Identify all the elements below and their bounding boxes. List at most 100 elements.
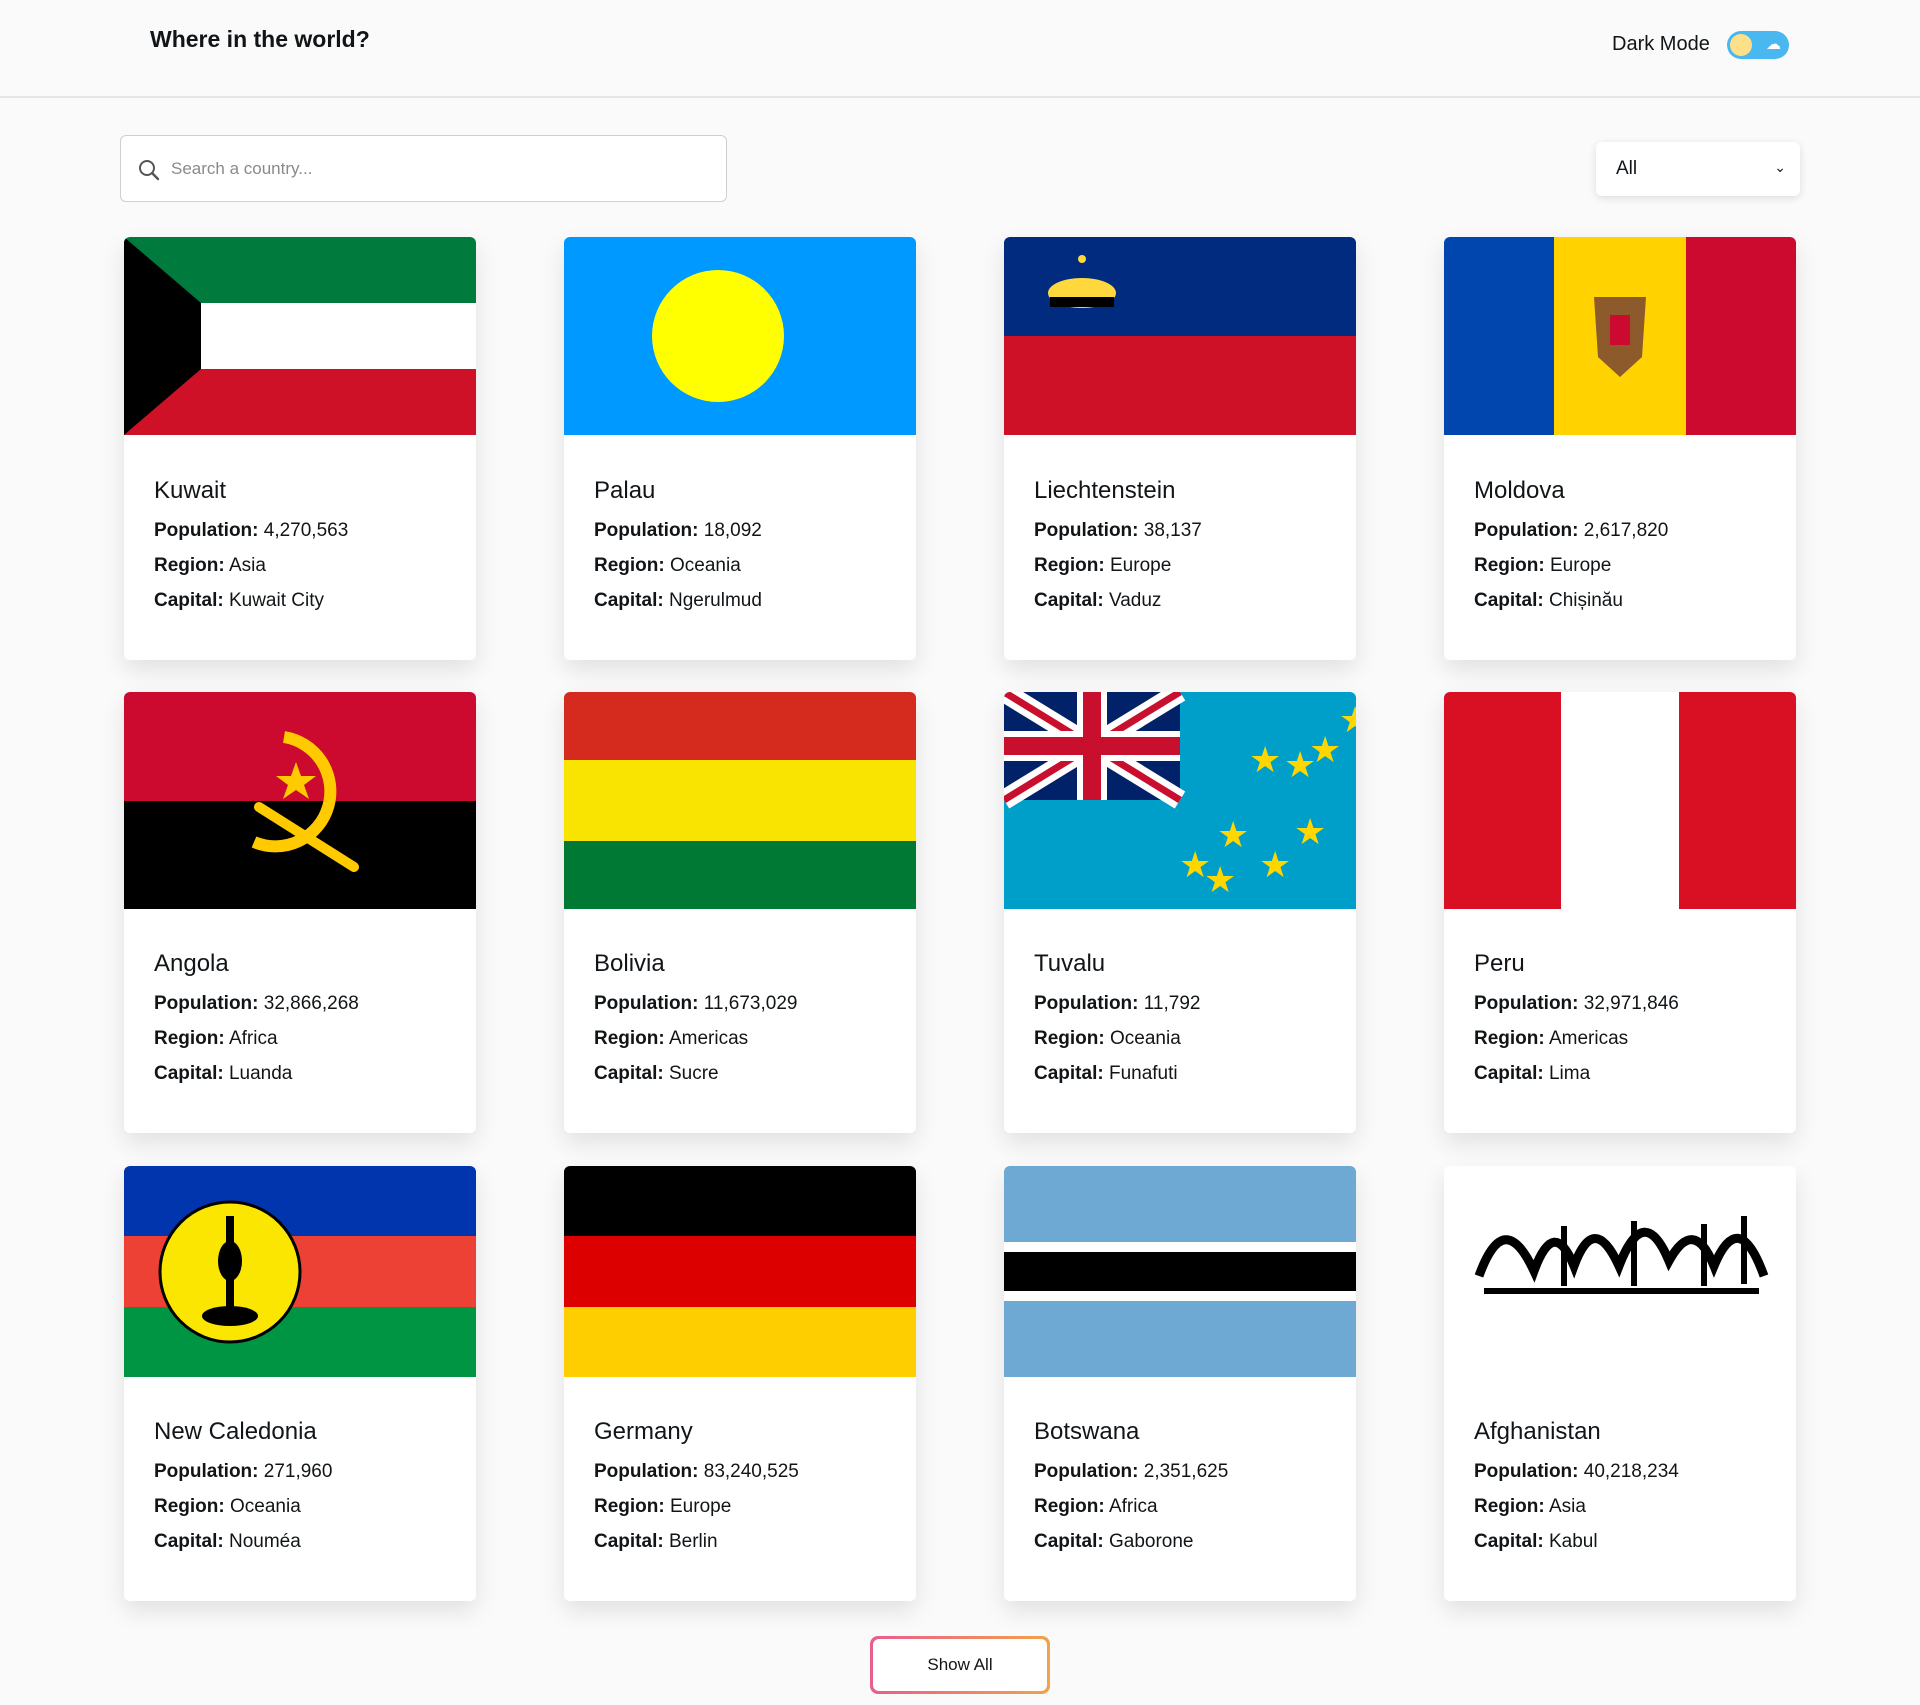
show-all-button[interactable]: Show All [870,1636,1050,1694]
svg-text:★: ★ [1179,845,1211,886]
liechtenstein-flag-icon [1004,237,1356,435]
bolivia-flag-icon [564,692,916,909]
svg-text:★: ★ [1294,812,1326,853]
region-value: Oceania [670,555,741,576]
region-label: Region: [1474,555,1545,576]
country-card[interactable]: Liechtenstein Population: 38,137 Region:… [1004,237,1356,660]
population-value: 4,270,563 [263,520,349,541]
capital-label: Capital: [594,1063,664,1084]
search-input[interactable] [171,148,711,190]
country-card[interactable]: Moldova Population: 2,617,820 Region: Eu… [1444,237,1796,660]
capital-label: Capital: [1474,1063,1544,1084]
capital-value: Vaduz [1108,590,1162,611]
population-value: 2,351,625 [1143,1461,1229,1482]
capital-value: Funafuti [1108,1063,1178,1084]
region-label: Region: [1034,555,1105,576]
population-label: Population: [1474,520,1579,541]
population-value: 83,240,525 [703,1461,799,1482]
population-value: 2,617,820 [1583,520,1669,541]
country-name: Bolivia [594,950,665,977]
capital-value: Lima [1548,1063,1591,1084]
region-value: Asia [1548,1496,1586,1517]
peru-flag-icon [1444,692,1796,909]
country-name: Botswana [1034,1418,1140,1445]
germany-flag-icon [564,1166,916,1377]
kuwait-flag-icon [124,237,476,435]
region-value: Europe [1550,555,1612,576]
region-value: Oceania [230,1496,301,1517]
botswana-flag-icon [1004,1166,1356,1377]
country-card[interactable]: Bolivia Population: 11,673,029 Region: A… [564,692,916,1133]
region-value: Africa [228,1028,278,1049]
capital-label: Capital: [1034,1063,1104,1084]
country-card[interactable]: Afghanistan Population: 40,218,234 Regio… [1444,1166,1796,1601]
region-value: Americas [668,1028,749,1049]
moldova-flag-icon [1444,237,1796,435]
capital-value: Sucre [668,1063,719,1084]
country-name: Angola [154,950,229,977]
country-name: Germany [594,1418,693,1445]
country-name: Kuwait [154,477,227,504]
svg-text:★: ★ [1259,845,1291,886]
capital-label: Capital: [154,1063,224,1084]
capital-label: Capital: [154,1531,224,1552]
capital-label: Capital: [1034,1531,1104,1552]
capital-value: Ngerulmud [668,590,762,611]
country-card[interactable]: Palau Population: 18,092 Region: Oceania… [564,237,916,660]
site-header: Where in the world? Dark Mode ☁ [0,0,1920,98]
country-card[interactable]: Kuwait Population: 4,270,563 Region: Asi… [124,237,476,660]
country-card[interactable]: Angola Population: 32,866,268 Region: Af… [124,692,476,1133]
capital-value: Luanda [228,1063,293,1084]
country-name: New Caledonia [154,1418,317,1445]
country-card[interactable]: Peru Population: 32,971,846 Region: Amer… [1444,692,1796,1133]
region-value: Europe [1110,555,1172,576]
country-name: Tuvalu [1034,950,1106,977]
country-card[interactable]: ★ ★ ★ ★ ★ ★ ★ ★ ★ Tuvalu Population: 11,792 Reg… [1004,692,1356,1133]
region-filter-select[interactable]: All ⌄ [1596,142,1800,196]
sun-icon [1730,34,1752,56]
region-label: Region: [594,555,665,576]
population-label: Population: [1034,520,1139,541]
chevron-down-icon: ⌄ [1774,159,1786,175]
country-name: Afghanistan [1474,1418,1601,1445]
country-name: Liechtenstein [1034,477,1176,504]
region-value: Americas [1548,1028,1629,1049]
country-card[interactable]: Germany Population: 83,240,525 Region: E… [564,1166,916,1601]
region-value: Africa [1108,1496,1158,1517]
region-label: Region: [1034,1496,1105,1517]
population-value: 18,092 [703,520,762,541]
region-label: Region: [154,1496,225,1517]
capital-value: Nouméa [228,1531,301,1552]
capital-label: Capital: [1474,590,1544,611]
capital-label: Capital: [1034,590,1104,611]
region-label: Region: [1474,1496,1545,1517]
population-label: Population: [1474,1461,1579,1482]
svg-text:★: ★ [1217,815,1249,856]
site-title: Where in the world? [150,26,370,52]
afghanistan-flag-icon [1444,1166,1796,1377]
show-all-label: Show All [873,1639,1047,1691]
capital-value: Kabul [1548,1531,1598,1552]
population-value: 40,218,234 [1583,1461,1679,1482]
population-label: Population: [1034,1461,1139,1482]
population-label: Population: [154,1461,259,1482]
capital-label: Capital: [594,1531,664,1552]
population-value: 271,960 [263,1461,333,1482]
palau-flag-icon [564,237,916,435]
country-card[interactable]: New Caledonia Population: 271,960 Region… [124,1166,476,1601]
region-label: Region: [594,1028,665,1049]
population-label: Population: [1034,993,1139,1014]
angola-flag-icon [124,692,476,909]
capital-value: Gaborone [1108,1531,1194,1552]
population-value: 38,137 [1143,520,1202,541]
country-name: Peru [1474,950,1525,977]
capital-label: Capital: [1474,1531,1544,1552]
population-label: Population: [154,520,259,541]
population-label: Population: [1474,993,1579,1014]
country-card[interactable]: Botswana Population: 2,351,625 Region: A… [1004,1166,1356,1601]
capital-label: Capital: [594,590,664,611]
region-label: Region: [154,555,225,576]
capital-value: Chișinău [1548,590,1623,611]
population-value: 32,866,268 [263,993,359,1014]
dark-mode-toggle[interactable]: ☁ [1727,31,1789,59]
